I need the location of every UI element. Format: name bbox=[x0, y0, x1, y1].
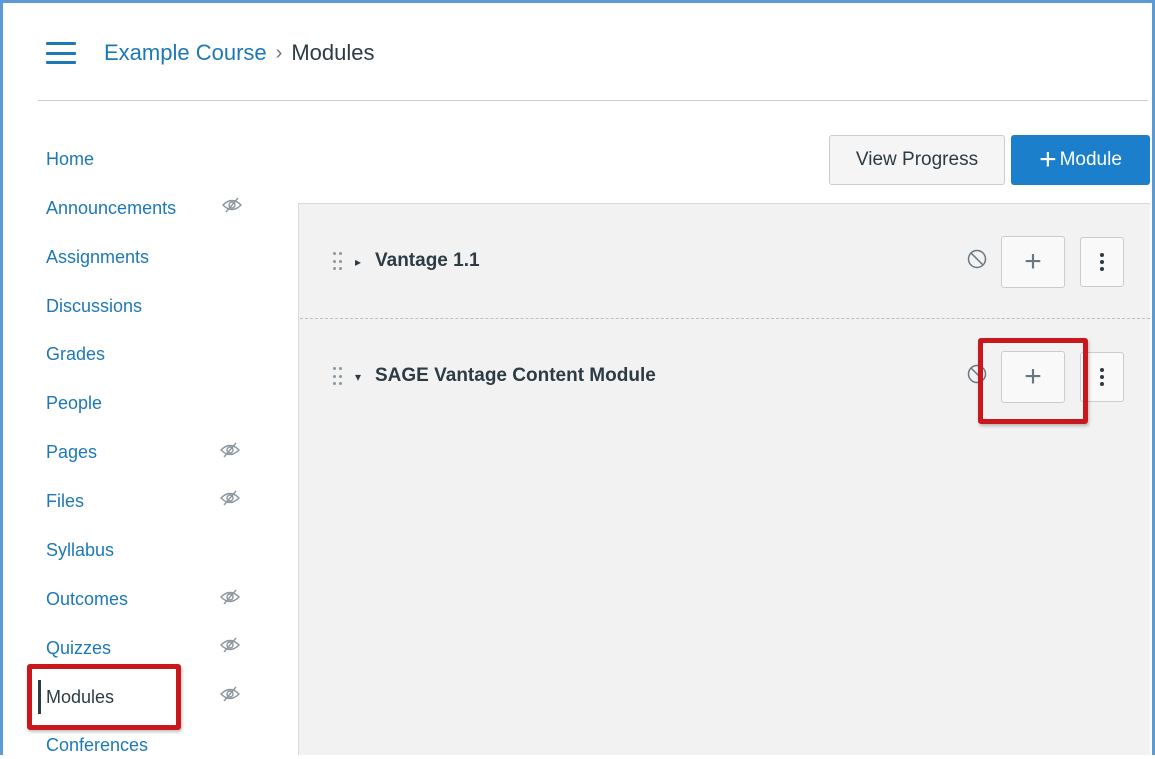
kebab-menu-icon[interactable] bbox=[1080, 237, 1124, 287]
nav-item-outcomes[interactable]: Outcomes bbox=[46, 585, 128, 613]
eye-slash-icon bbox=[220, 589, 240, 605]
plus-icon: + bbox=[1039, 143, 1057, 176]
unpublished-icon[interactable] bbox=[966, 248, 988, 270]
breadcrumb-course-link[interactable]: Example Course bbox=[104, 38, 267, 68]
add-module-label: Module bbox=[1059, 149, 1122, 170]
highlight-box-add-item bbox=[978, 338, 1088, 424]
module-divider bbox=[300, 318, 1150, 319]
nav-item-files[interactable]: Files bbox=[46, 487, 84, 515]
nav-item-people[interactable]: People bbox=[46, 389, 102, 417]
module-title[interactable]: SAGE Vantage Content Module bbox=[375, 365, 656, 387]
view-progress-button[interactable]: View Progress bbox=[829, 135, 1005, 185]
eye-slash-icon bbox=[220, 686, 240, 702]
nav-item-announcements[interactable]: Announcements bbox=[46, 194, 176, 222]
hamburger-menu-icon[interactable] bbox=[46, 42, 76, 64]
nav-item-quizzes[interactable]: Quizzes bbox=[46, 634, 111, 662]
nav-item-grades[interactable]: Grades bbox=[46, 340, 105, 368]
eye-slash-icon bbox=[222, 197, 242, 213]
nav-item-assignments[interactable]: Assignments bbox=[46, 243, 149, 271]
drag-handle-icon[interactable] bbox=[333, 252, 343, 270]
highlight-box-modules-nav bbox=[27, 664, 181, 730]
nav-item-home[interactable]: Home bbox=[46, 145, 94, 173]
drag-handle-icon[interactable] bbox=[333, 367, 343, 385]
add-item-button[interactable]: + bbox=[1001, 236, 1065, 288]
eye-slash-icon bbox=[220, 442, 240, 458]
eye-slash-icon bbox=[220, 637, 240, 653]
breadcrumb-separator: › bbox=[275, 42, 283, 64]
caret-down-icon[interactable]: ▾ bbox=[355, 370, 361, 384]
nav-item-discussions[interactable]: Discussions bbox=[46, 292, 142, 320]
caret-right-icon[interactable]: ▸ bbox=[355, 255, 361, 269]
nav-item-pages[interactable]: Pages bbox=[46, 438, 97, 466]
add-module-button[interactable]: + Module bbox=[1011, 135, 1150, 185]
eye-slash-icon bbox=[220, 490, 240, 506]
header-divider bbox=[38, 100, 1148, 101]
breadcrumb-current-page: Modules bbox=[291, 40, 375, 65]
nav-item-syllabus[interactable]: Syllabus bbox=[46, 536, 114, 564]
module-title[interactable]: Vantage 1.1 bbox=[375, 250, 480, 272]
breadcrumb: Example Course › Modules bbox=[104, 38, 374, 68]
